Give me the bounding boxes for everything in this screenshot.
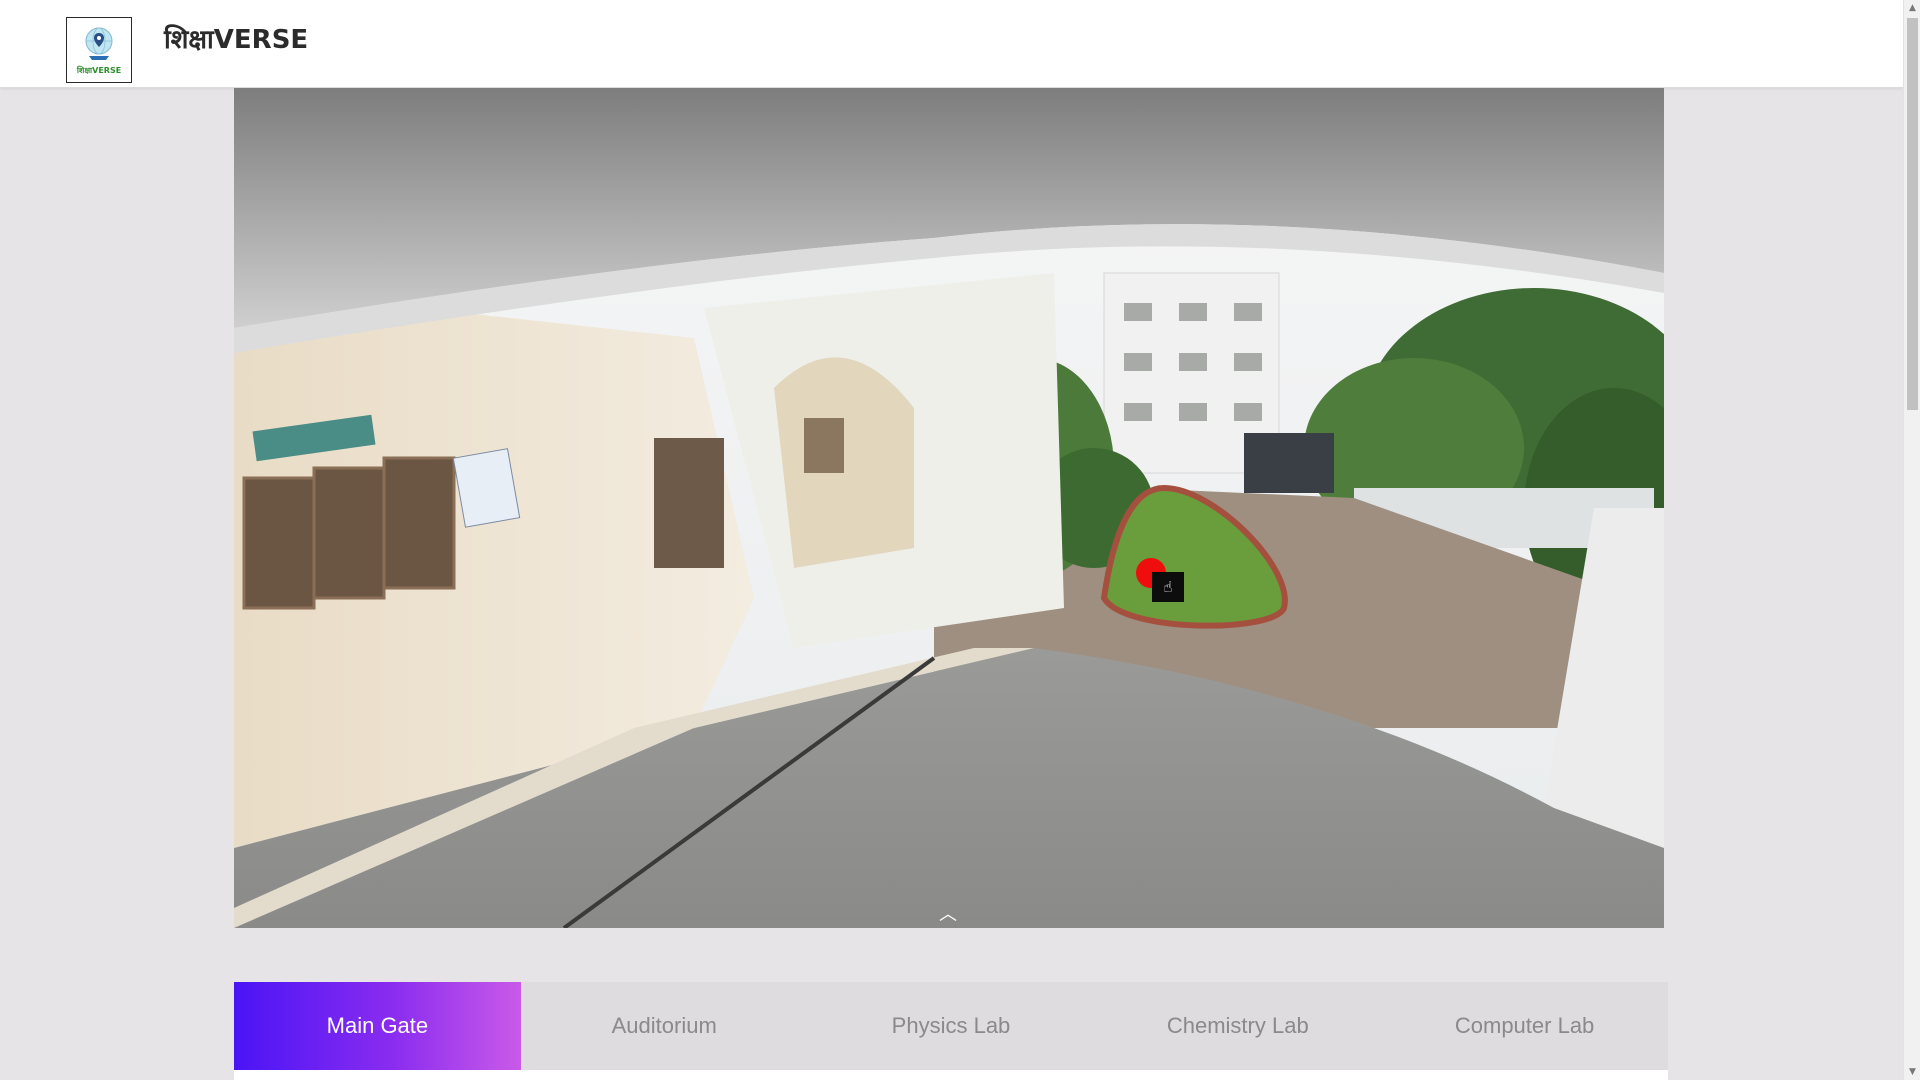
location-tabs: Main Gate Auditorium Physics Lab Chemist… <box>234 982 1668 1070</box>
tab-content-panel <box>234 1070 1668 1080</box>
page-scrollbar[interactable]: ▲ ▼ <box>1903 0 1920 1080</box>
tab-physics-lab[interactable]: Physics Lab <box>808 982 1095 1070</box>
globe-logo-icon <box>85 27 113 60</box>
tab-chemistry-lab[interactable]: Chemistry Lab <box>1094 982 1381 1070</box>
logo-text-accent: VERSE <box>92 66 122 75</box>
site-logo[interactable]: शिक्षाVERSE <box>66 17 132 83</box>
top-header: शिक्षाVERSE शिक्षाVERSE <box>0 0 1903 88</box>
tab-computer-lab[interactable]: Computer Lab <box>1381 982 1668 1070</box>
scrollbar-thumb[interactable] <box>1907 18 1918 410</box>
hand-pointer-icon[interactable]: ☝ <box>1152 572 1184 602</box>
logo-text: शिक्षाVERSE <box>77 65 121 76</box>
scroll-up-icon[interactable]: ▲ <box>1904 0 1920 16</box>
chevron-up-icon[interactable]: ︿ <box>934 906 962 924</box>
panorama-image <box>234 88 1664 928</box>
tab-main-gate[interactable]: Main Gate <box>234 982 521 1070</box>
scroll-down-icon[interactable]: ▼ <box>1904 1064 1920 1080</box>
brand-title[interactable]: शिक्षाVERSE <box>164 20 308 56</box>
tab-auditorium[interactable]: Auditorium <box>521 982 808 1070</box>
logo-text-main: शिक्षा <box>76 66 93 75</box>
panorama-viewer[interactable]: ☝ ︿ <box>234 88 1664 928</box>
